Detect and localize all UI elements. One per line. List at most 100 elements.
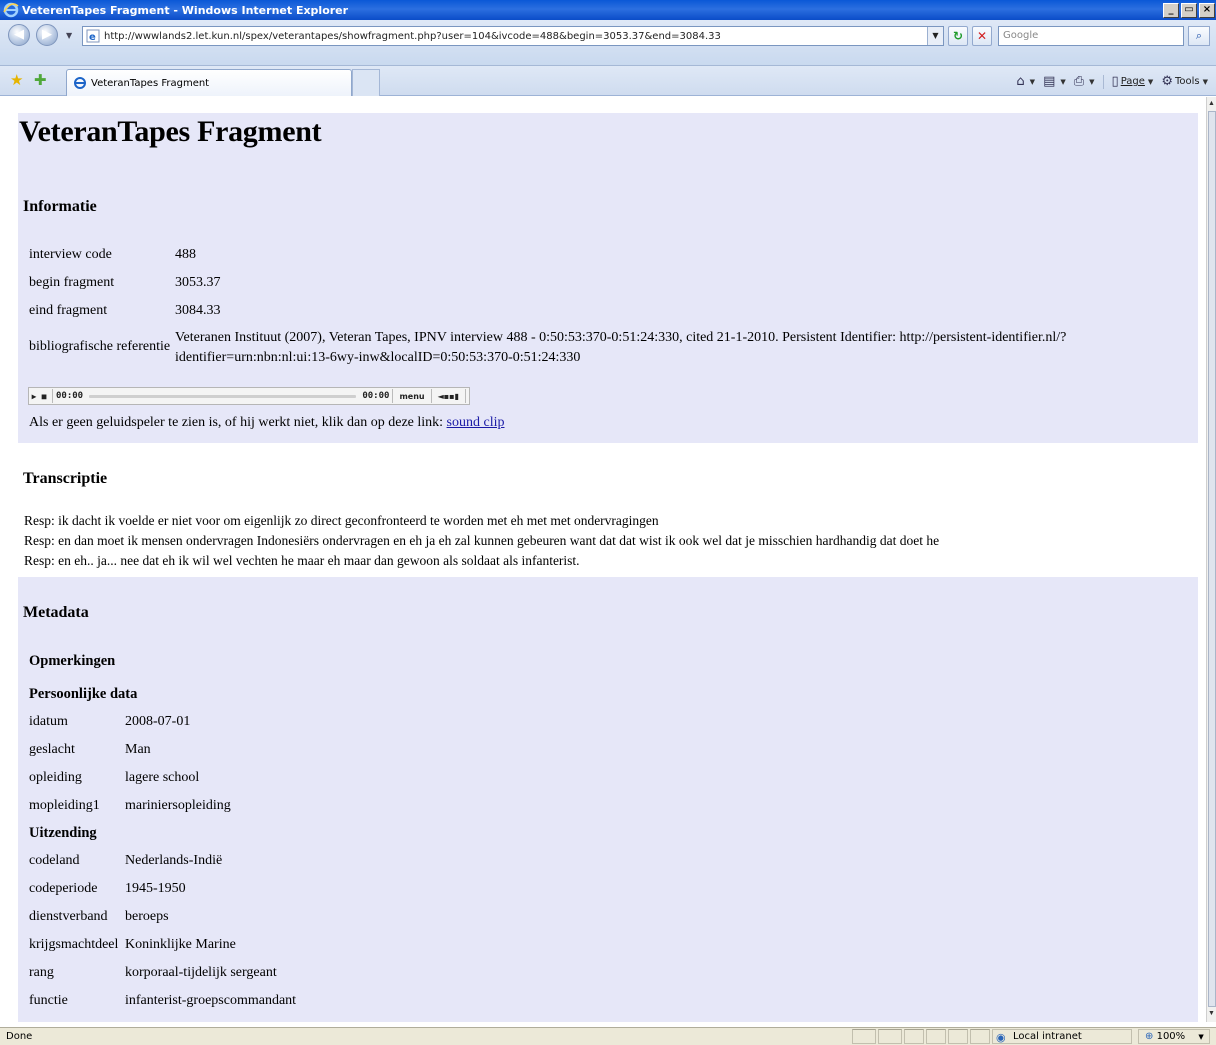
rss-feed-icon: ▤ [1043, 74, 1056, 89]
svg-text:e: e [89, 32, 96, 43]
status-cell [878, 1029, 902, 1044]
scroll-thumb[interactable] [1208, 111, 1216, 1007]
scroll-up-icon[interactable]: ▲ [1208, 99, 1215, 107]
print-button[interactable]: ⎙ ▼ [1074, 74, 1095, 89]
ie-page-icon [74, 77, 86, 89]
tab-bar: ★ ✚ VeteranTapes Fragment ⌂ ▼ ▤ ▼ ⎙ ▼ ▯ Page… [0, 66, 1216, 96]
krijgsmachtdeel-value: Koninklijke Marine [125, 937, 236, 952]
tab-veterantapes-fragment[interactable]: VeteranTapes Fragment [66, 69, 352, 96]
gear-icon: ⚙ [1161, 74, 1173, 89]
rang-label: rang [29, 965, 54, 980]
volume-icon[interactable]: ◄▪▪▮ [435, 392, 462, 401]
interview-code-value: 488 [175, 247, 196, 262]
sound-clip-link[interactable]: sound clip [447, 415, 505, 430]
geslacht-value: Man [125, 742, 151, 757]
home-icon: ⌂ [1016, 74, 1025, 89]
favorites-star-icon[interactable]: ★ [10, 74, 23, 89]
security-zone[interactable]: ◉ Local intranet [992, 1029, 1132, 1044]
page-icon: ▯ [1111, 74, 1119, 89]
ie-page-icon: e [86, 29, 100, 43]
status-text: Done [6, 1031, 33, 1042]
window-titlebar[interactable]: VeterenTapes Fragment - Windows Internet… [0, 0, 1216, 20]
address-url[interactable]: http://wwwlands2.let.kun.nl/spex/veteran… [104, 31, 927, 42]
tools-menu-label: Tools [1174, 76, 1200, 87]
transcript-line-1: Resp: ik dacht ik voelde er niet voor om… [24, 513, 659, 528]
address-bar[interactable]: e http://wwwlands2.let.kun.nl/spex/veter… [82, 26, 944, 46]
status-cell [948, 1029, 968, 1044]
feeds-button[interactable]: ▤ ▼ [1043, 74, 1066, 89]
player-seek-bar[interactable] [89, 394, 357, 398]
maximize-button[interactable]: ▭ [1181, 2, 1197, 18]
player-menu-button[interactable]: menu [396, 392, 427, 401]
informatie-heading: Informatie [23, 198, 97, 215]
dienstverband-value: beroeps [125, 909, 169, 924]
command-bar: ⌂ ▼ ▤ ▼ ⎙ ▼ ▯ Page ▼ ⚙ Tools ▼ [1008, 74, 1208, 89]
idatum-label: idatum [29, 714, 68, 729]
status-cell [852, 1029, 876, 1044]
codeperiode-label: codeperiode [29, 881, 98, 896]
page-content: VeteranTapes Fragment Informatie intervi… [0, 97, 1206, 1022]
navigation-bar: ◀ ▶ ▼ e http://wwwlands2.let.kun.nl/spex… [0, 20, 1216, 66]
transcript-line-2: Resp: en dan moet ik mensen ondervragen … [24, 533, 940, 548]
begin-fragment-label: begin fragment [29, 275, 115, 290]
back-arrow-icon[interactable]: ◀ [8, 24, 30, 46]
printer-icon: ⎙ [1073, 74, 1085, 89]
add-favorite-icon[interactable]: ✚ [34, 74, 47, 89]
stop-icon[interactable]: ■ [39, 392, 49, 401]
codeland-label: codeland [29, 853, 80, 868]
interview-code-label: interview code [29, 247, 112, 262]
play-icon[interactable]: ▶ [29, 392, 39, 401]
command-separator [1102, 74, 1104, 89]
address-dropdown-icon[interactable]: ▼ [927, 27, 943, 45]
codeland-value: Nederlands-Indië [125, 853, 223, 868]
zoom-dropdown-icon[interactable]: ▼ [1198, 1033, 1203, 1041]
forward-arrow-icon[interactable]: ▶ [36, 24, 58, 46]
opleiding-value: lagere school [125, 770, 200, 785]
history-dropdown-icon[interactable]: ▼ [66, 31, 72, 40]
functie-label: functie [29, 993, 68, 1008]
search-icon[interactable]: ⌕ [1188, 26, 1210, 46]
stop-button[interactable]: ✕ [972, 26, 992, 46]
zoom-control[interactable]: ⊕ 100% ▼ [1138, 1029, 1210, 1044]
begin-fragment-value: 3053.37 [175, 275, 221, 290]
vertical-scrollbar[interactable]: ▲ ▼ [1206, 97, 1216, 1022]
opmerkingen-heading: Opmerkingen [29, 653, 116, 669]
status-cell [926, 1029, 946, 1044]
status-cell [970, 1029, 990, 1044]
bibliographic-reference-line2: identifier=urn:nbn:nl:ui:13-6wy-inw&loca… [175, 350, 581, 365]
geslacht-label: geslacht [29, 742, 75, 757]
close-button[interactable]: × [1199, 2, 1215, 18]
status-bar: Done ◉ Local intranet ⊕ 100% ▼ [0, 1027, 1216, 1045]
search-input[interactable]: Google [998, 26, 1184, 46]
new-tab-button[interactable] [352, 69, 380, 96]
tools-menu-button[interactable]: ⚙ Tools ▼ [1161, 74, 1208, 89]
refresh-button[interactable]: ↻ [948, 26, 968, 46]
mopleiding1-value: mariniersopleiding [125, 798, 231, 813]
audio-player: ▶ ■ 00:00 00:00 menu ◄▪▪▮ [28, 387, 470, 405]
opleiding-label: opleiding [29, 770, 82, 785]
zoom-level: 100% [1156, 1031, 1186, 1042]
fallback-text: Als er geen geluidspeler te zien is, of … [29, 415, 444, 430]
tab-label: VeteranTapes Fragment [91, 77, 210, 89]
end-fragment-label: eind fragment [29, 303, 108, 318]
dienstverband-label: dienstverband [29, 909, 108, 924]
zoom-icon: ⊕ [1145, 1031, 1154, 1042]
globe-icon: ◉ [996, 1031, 1006, 1044]
bibliographic-reference-label: bibliografische referentie [29, 339, 171, 354]
scroll-down-icon[interactable]: ▼ [1208, 1009, 1215, 1017]
page-menu-button[interactable]: ▯ Page ▼ [1112, 74, 1154, 89]
idatum-value: 2008-07-01 [125, 714, 191, 729]
uitzending-heading: Uitzending [29, 825, 97, 841]
end-fragment-value: 3084.33 [175, 303, 221, 318]
mopleiding1-label: mopleiding1 [29, 798, 100, 813]
player-time-total: 00:00 [362, 391, 390, 401]
krijgsmachtdeel-label: krijgsmachtdeel [29, 937, 119, 952]
status-cell [904, 1029, 924, 1044]
transcriptie-heading: Transcriptie [23, 470, 108, 487]
internet-explorer-icon [3, 2, 19, 18]
fallback-line: Als er geen geluidspeler te zien is, of … [29, 415, 505, 431]
minimize-button[interactable]: _ [1163, 2, 1179, 18]
metadata-heading: Metadata [23, 604, 89, 621]
rang-value: korporaal-tijdelijk sergeant [125, 965, 277, 980]
home-button[interactable]: ⌂ ▼ [1016, 74, 1035, 89]
